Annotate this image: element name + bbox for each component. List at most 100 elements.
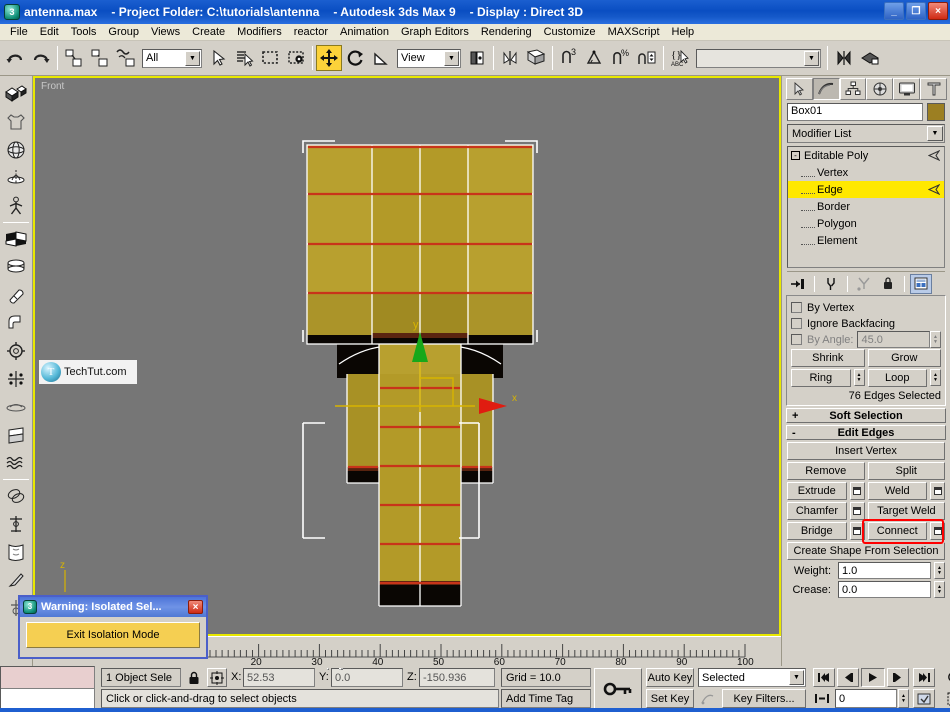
- weld-settings-icon[interactable]: [930, 482, 945, 500]
- by-vertex-row[interactable]: By Vertex: [791, 300, 941, 315]
- coordinate-system-combo[interactable]: View ▼: [397, 48, 461, 68]
- isolation-warning-dialog[interactable]: 3 Warning: Isolated Sel... × Exit Isolat…: [18, 595, 208, 659]
- frame-spinner[interactable]: ▲ ▼: [898, 689, 909, 708]
- x-coordinate-field[interactable]: 52.53: [243, 668, 315, 687]
- viewport-front[interactable]: y x Front z T TechTut.com: [33, 76, 781, 636]
- loft-icon[interactable]: [2, 253, 30, 281]
- extrude-button[interactable]: Extrude: [787, 482, 847, 500]
- menu-item-animation[interactable]: Animation: [334, 25, 395, 39]
- shrink-button[interactable]: Shrink: [791, 349, 865, 367]
- use-pivot-point-center-icon[interactable]: [464, 45, 490, 71]
- selection-filter-combo[interactable]: All ▼: [142, 48, 202, 68]
- key-mode-combo[interactable]: Selected ▼: [698, 668, 806, 687]
- window-crossing-icon[interactable]: [283, 45, 309, 71]
- bind-to-space-warp-icon[interactable]: [113, 45, 139, 71]
- minimize-button[interactable]: _: [884, 2, 904, 20]
- target-weld-button[interactable]: Target Weld: [867, 502, 945, 520]
- dialog-close-button[interactable]: ×: [188, 600, 203, 614]
- current-frame-field[interactable]: 0: [835, 689, 897, 708]
- object-color-swatch[interactable]: [927, 103, 945, 121]
- ripple-icon[interactable]: [2, 449, 30, 477]
- stack-item-polygon[interactable]: Polygon: [788, 215, 944, 232]
- menu-item-file[interactable]: File: [4, 25, 34, 39]
- chevron-down-icon[interactable]: ▼: [789, 670, 804, 685]
- hierarchy-tab[interactable]: [839, 78, 867, 100]
- loop-spinner[interactable]: ▲ ▼: [930, 369, 941, 386]
- y-coordinate-field[interactable]: 0.0: [331, 668, 403, 687]
- lock-icon[interactable]: [185, 669, 203, 686]
- select-by-name-icon[interactable]: [231, 45, 257, 71]
- insert-vertex-button[interactable]: Insert Vertex: [787, 442, 945, 460]
- gear-icon[interactable]: [2, 337, 30, 365]
- chamfer-settings-icon[interactable]: [849, 502, 865, 520]
- connect-button[interactable]: Connect: [867, 522, 927, 540]
- modify-tab[interactable]: [812, 78, 840, 100]
- pin-stack-icon[interactable]: [787, 274, 809, 294]
- paint-deform-icon[interactable]: [2, 566, 30, 594]
- menu-item-maxscript[interactable]: MAXScript: [602, 25, 666, 39]
- restore-button[interactable]: ❐: [906, 2, 926, 20]
- loop-button[interactable]: Loop: [867, 369, 927, 387]
- spinner-snap-toggle-icon[interactable]: [634, 45, 660, 71]
- mirror-flip-icon[interactable]: [831, 45, 857, 71]
- layer-manager-icon[interactable]: [857, 45, 883, 71]
- menu-item-rendering[interactable]: Rendering: [475, 25, 538, 39]
- edit-edges-rollout-header[interactable]: - Edit Edges: [786, 425, 946, 440]
- align-icon[interactable]: [523, 45, 549, 71]
- weight-spinner[interactable]: ▲ ▼: [934, 562, 945, 579]
- set-key-filters-icon[interactable]: [698, 689, 718, 708]
- absolute-mode-icon[interactable]: [207, 668, 227, 687]
- rectangular-selection-region-icon[interactable]: [257, 45, 283, 71]
- skeleton-icon[interactable]: [2, 510, 30, 538]
- light-bulb-icon[interactable]: [927, 183, 941, 198]
- skin-icon[interactable]: [2, 538, 30, 566]
- select-and-rotate-icon[interactable]: [342, 45, 368, 71]
- add-time-tag-field[interactable]: Add Time Tag: [501, 689, 591, 708]
- by-angle-spinner[interactable]: ▲ ▼: [930, 331, 941, 348]
- remove-modifier-icon[interactable]: [877, 274, 899, 294]
- soft-selection-rollout-header[interactable]: + Soft Selection: [786, 408, 946, 423]
- menu-item-graph-editors[interactable]: Graph Editors: [395, 25, 475, 39]
- set-key-button[interactable]: Set Key: [646, 689, 694, 708]
- previous-frame-icon[interactable]: [837, 668, 859, 687]
- select-and-move-icon[interactable]: [316, 45, 342, 71]
- sphere-object-icon[interactable]: [2, 136, 30, 164]
- next-frame-icon[interactable]: [887, 668, 909, 687]
- undo-icon[interactable]: [2, 45, 28, 71]
- garment-maker-icon[interactable]: [2, 108, 30, 136]
- unlink-selection-icon[interactable]: [87, 45, 113, 71]
- twist-icon[interactable]: [2, 421, 30, 449]
- chevron-down-icon[interactable]: ▼: [927, 126, 943, 141]
- bridge-settings-icon[interactable]: [849, 522, 865, 540]
- utilities-tab[interactable]: [920, 78, 947, 100]
- select-and-link-icon[interactable]: [61, 45, 87, 71]
- named-selection-combo[interactable]: ▼: [696, 48, 821, 68]
- capsule-icon[interactable]: [2, 281, 30, 309]
- exit-isolation-mode-button[interactable]: Exit Isolation Mode: [26, 622, 200, 648]
- by-angle-checkbox[interactable]: [791, 334, 802, 345]
- motion-tab[interactable]: [866, 78, 894, 100]
- cross-section-icon[interactable]: [2, 365, 30, 393]
- select-object-icon[interactable]: [205, 45, 231, 71]
- stack-item-editable-poly[interactable]: - Editable Poly: [788, 147, 944, 164]
- edit-edges-expander[interactable]: -: [792, 427, 796, 439]
- close-button[interactable]: ×: [928, 2, 948, 20]
- torus-knot-icon[interactable]: [2, 482, 30, 510]
- menu-item-help[interactable]: Help: [666, 25, 701, 39]
- angle-snap-toggle-icon[interactable]: [582, 45, 608, 71]
- extrude-settings-icon[interactable]: [849, 482, 865, 500]
- grow-button[interactable]: Grow: [867, 349, 941, 367]
- crease-spinner[interactable]: ▲ ▼: [934, 581, 945, 598]
- chevron-down-icon[interactable]: ▼: [804, 50, 819, 66]
- field-of-view-icon[interactable]: [943, 689, 950, 708]
- chevron-down-icon[interactable]: ▼: [185, 50, 200, 66]
- light-bulb-icon[interactable]: [927, 149, 941, 164]
- modifier-list-combo[interactable]: Modifier List ▼: [787, 124, 945, 143]
- remove-button[interactable]: Remove: [787, 462, 865, 480]
- listener-input-line[interactable]: [1, 667, 94, 689]
- menu-item-tools[interactable]: Tools: [65, 25, 103, 39]
- redo-icon[interactable]: [28, 45, 54, 71]
- zoom-icon[interactable]: [943, 668, 950, 687]
- make-unique-icon[interactable]: [853, 274, 875, 294]
- menu-item-reactor[interactable]: reactor: [288, 25, 334, 39]
